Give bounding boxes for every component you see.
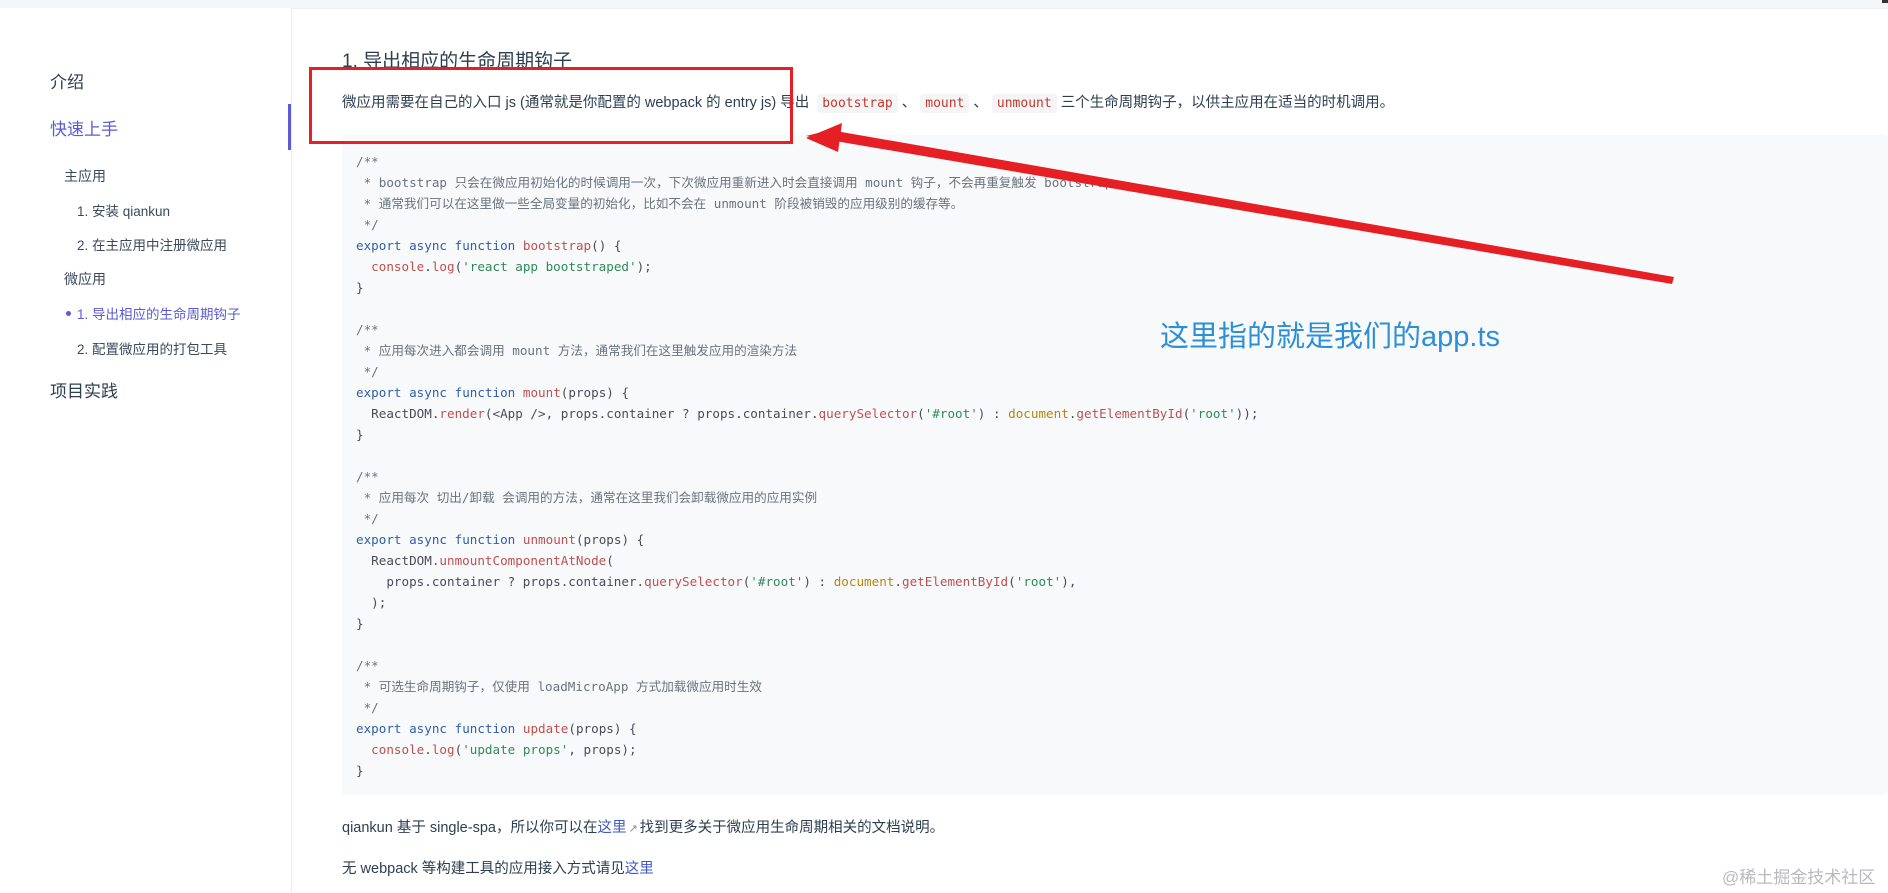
watermark: @稀土掘金技术社区 <box>1722 868 1876 887</box>
annotation-arrow-head <box>806 123 842 152</box>
annotation-arrow-shaft <box>806 130 1674 284</box>
annotation-text: 这里指的就是我们的app.ts <box>1160 321 1500 353</box>
annotation-arrow-icon <box>806 123 1674 284</box>
